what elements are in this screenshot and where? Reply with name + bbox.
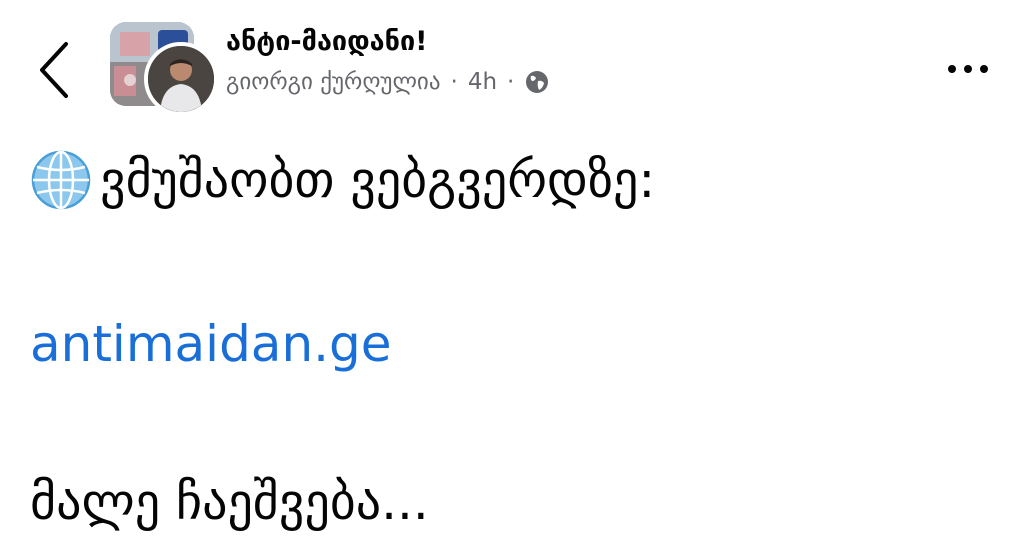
post-text: მალე ჩაეშვება... — [30, 473, 429, 531]
separator: · — [450, 69, 458, 95]
post-text: ვმუშაობთ ვებგვერდზე: — [100, 151, 656, 209]
separator: · — [507, 69, 515, 95]
post-meta: გიორგი ქურღულია · 4h · — [226, 66, 926, 98]
back-button[interactable] — [30, 38, 80, 102]
post-time[interactable]: 4h — [468, 66, 497, 98]
group-name[interactable]: ანტი-მაიდანი! — [226, 24, 926, 60]
chevron-left-icon — [40, 42, 68, 98]
avatar[interactable] — [144, 42, 218, 116]
globe-with-meridians-icon — [30, 149, 92, 211]
avatar-group[interactable] — [110, 22, 218, 116]
globe-icon — [524, 69, 550, 95]
author-name[interactable]: გიორგი ქურღულია — [226, 66, 441, 98]
post-header: ანტი-მაიდანი! გიორგი ქურღულია · 4h · — [0, 0, 1024, 130]
more-options-button[interactable] — [938, 54, 998, 84]
more-dots-icon — [948, 65, 988, 73]
post-text-line: ვმუშაობთ ვებგვერდზე: — [30, 140, 655, 220]
post-link[interactable]: antimaidan.ge — [30, 304, 392, 384]
